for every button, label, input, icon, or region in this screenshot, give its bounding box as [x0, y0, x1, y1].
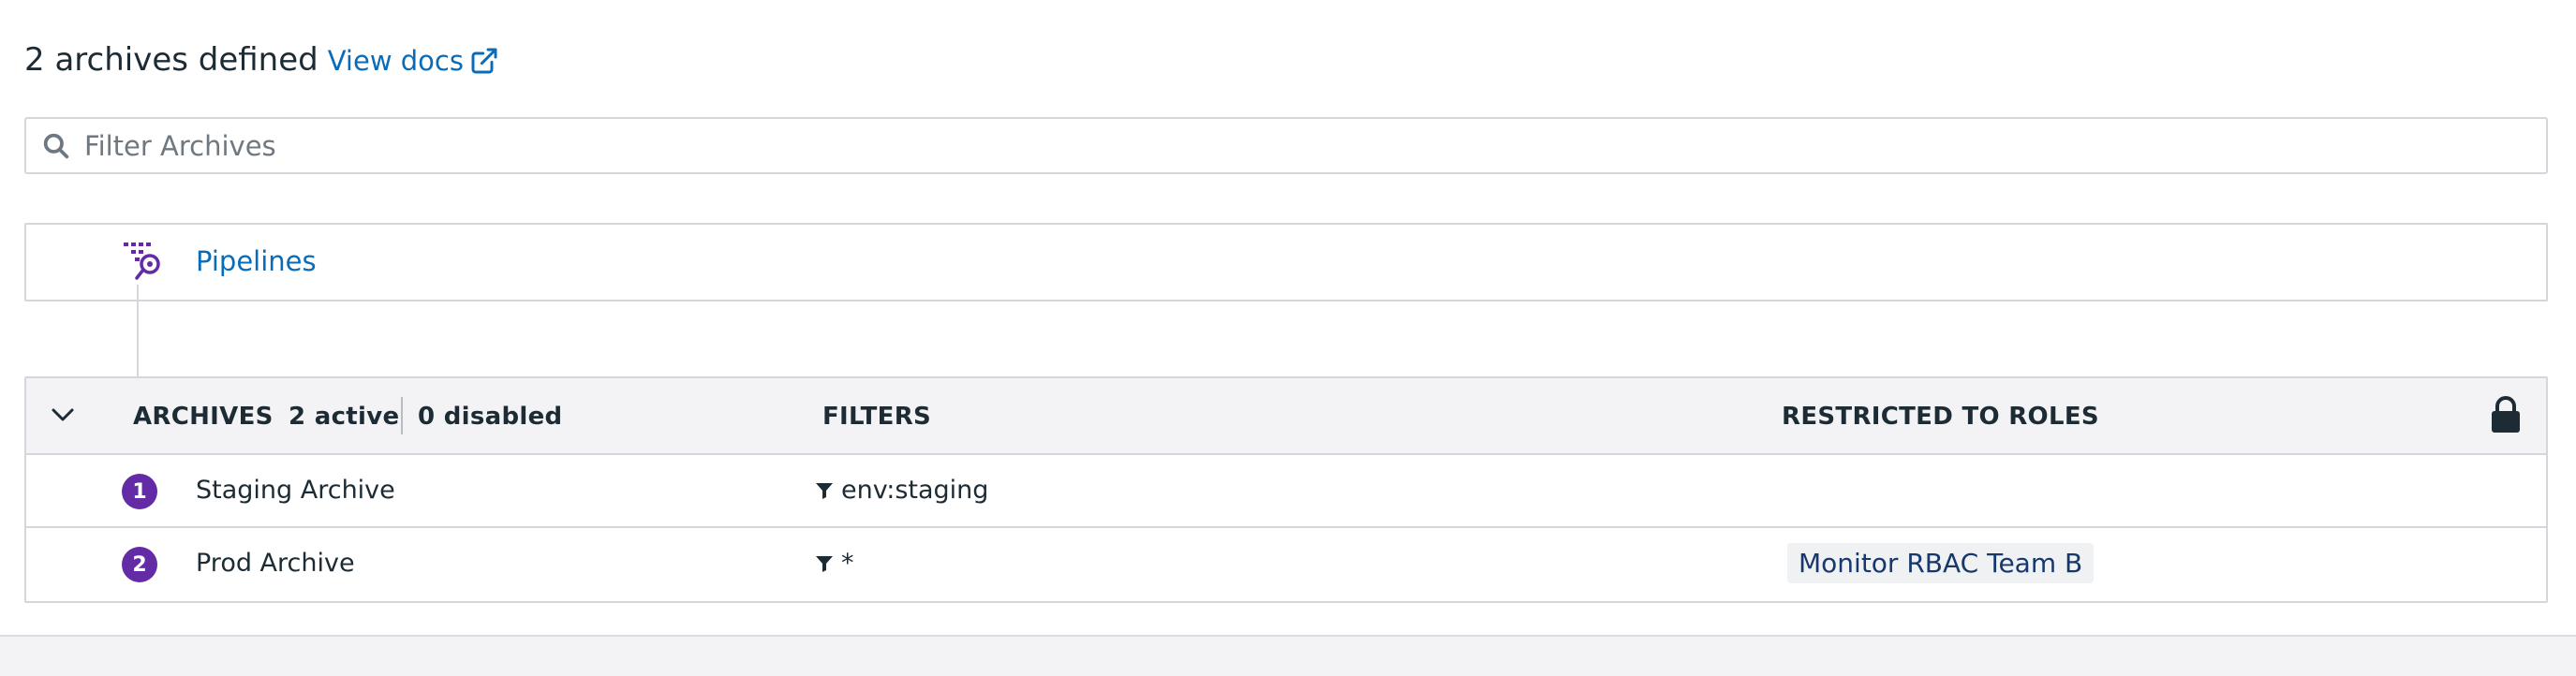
archives-page: 2 archives defined View docs Filter Arch… — [0, 0, 2576, 676]
pipelines-row[interactable]: Pipelines — [24, 223, 2548, 301]
search-input[interactable] — [84, 129, 2426, 162]
archive-name: Prod Archive — [196, 549, 355, 578]
page-title: 2 archives defined — [24, 41, 318, 79]
search-icon — [43, 133, 69, 158]
view-docs-link[interactable]: View docs — [328, 45, 499, 77]
archive-filter: env:staging — [815, 476, 988, 505]
filter-icon — [816, 555, 833, 572]
filter-icon — [816, 482, 833, 499]
archives-header: 2 archives defined View docs — [24, 41, 499, 79]
column-header-archives: ARCHIVES — [133, 403, 274, 431]
table-header: ARCHIVES 2 active 0 disabled FILTERS RES… — [26, 378, 2546, 455]
view-docs-label: View docs — [327, 45, 464, 77]
filter-query: env:staging — [841, 476, 989, 505]
role-tag[interactable]: Monitor RBAC Team B — [1787, 543, 2095, 583]
column-header-filters: FILTERS — [822, 403, 932, 431]
column-header-roles: RESTRICTED TO ROLES — [1782, 403, 2099, 431]
filter-query: * — [841, 549, 854, 578]
filter-archives-search[interactable] — [24, 117, 2548, 174]
archive-index-badge: 1 — [122, 474, 157, 509]
pipelines-link[interactable]: Pipelines — [196, 245, 317, 277]
lock-icon[interactable] — [2490, 395, 2522, 434]
archive-name: Staging Archive — [196, 476, 395, 505]
header-divider — [401, 397, 403, 434]
page-footer-bar — [0, 635, 2576, 676]
active-count: 2 active — [289, 403, 400, 431]
table-row[interactable]: 1 Staging Archive env:staging — [26, 455, 2546, 528]
archive-index-badge: 2 — [122, 547, 157, 582]
external-link-icon — [471, 48, 497, 74]
disabled-count: 0 disabled — [418, 403, 563, 431]
archives-table: ARCHIVES 2 active 0 disabled FILTERS RES… — [24, 376, 2548, 603]
table-row[interactable]: 2 Prod Archive * Monitor RBAC Team B — [26, 528, 2546, 601]
pipelines-icon — [124, 242, 160, 280]
archive-filter: * — [815, 549, 854, 578]
chevron-down-icon[interactable] — [49, 401, 77, 429]
